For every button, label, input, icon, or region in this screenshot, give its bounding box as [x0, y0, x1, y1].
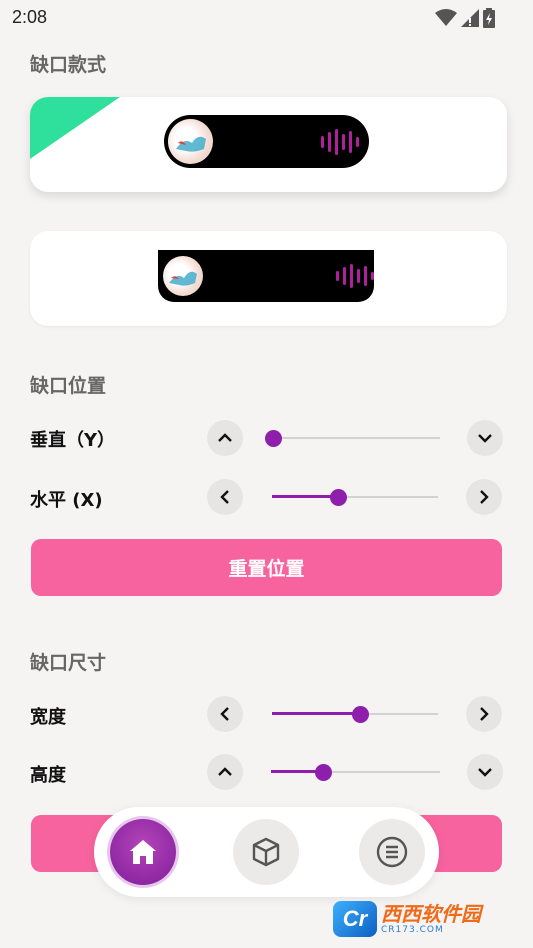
nav-menu-button[interactable] — [359, 819, 425, 885]
battery-icon — [483, 8, 495, 28]
chevron-up-icon — [218, 433, 232, 442]
notch-style-option-tab[interactable] — [30, 231, 507, 326]
chevron-right-icon — [480, 707, 489, 721]
audio-wave-icon — [336, 264, 374, 288]
audio-wave-icon — [321, 129, 359, 155]
status-bar: 2:08 — [0, 0, 533, 36]
vertical-slider[interactable] — [265, 428, 440, 448]
chevron-right-icon — [480, 490, 489, 504]
chevron-down-icon — [478, 434, 492, 443]
menu-list-icon — [376, 836, 408, 868]
vertical-label: 垂直（Y） — [30, 430, 116, 451]
height-decrease-button[interactable] — [467, 754, 503, 790]
section-title-notch-position: 缺口位置 — [30, 375, 107, 397]
horizontal-right-button[interactable] — [466, 479, 502, 515]
nav-cube-button[interactable] — [233, 819, 299, 885]
chevron-up-icon — [218, 767, 232, 776]
watermark: Cr 西西软件园 CR173.COM — [333, 898, 513, 940]
slider-fill — [272, 495, 338, 498]
home-icon — [130, 840, 156, 864]
chevron-left-icon — [220, 707, 229, 721]
section-title-notch-style: 缺口款式 — [30, 54, 107, 76]
selected-marker — [30, 97, 120, 159]
bottom-nav — [94, 807, 439, 897]
reset-position-button[interactable]: 重置位置 — [31, 539, 502, 596]
slider-thumb[interactable] — [330, 489, 347, 506]
vertical-down-button[interactable] — [467, 420, 503, 456]
status-time: 2:08 — [12, 7, 48, 27]
nav-home-button[interactable] — [110, 819, 176, 885]
wifi-icon — [435, 9, 457, 26]
slider-thumb[interactable] — [265, 430, 282, 447]
vertical-up-button[interactable] — [207, 420, 243, 456]
width-increase-button[interactable] — [466, 696, 502, 732]
status-icons — [435, 8, 495, 28]
height-increase-button[interactable] — [207, 754, 243, 790]
slider-track — [270, 437, 440, 439]
section-title-notch-size: 缺口尺寸 — [30, 652, 107, 674]
album-art-icon — [168, 119, 213, 164]
watermark-title: 西西软件园 — [381, 901, 481, 926]
notch-style-option-pill[interactable] — [30, 97, 507, 192]
horizontal-label: 水平 (X) — [30, 490, 103, 511]
cube-icon — [252, 837, 280, 867]
notch-preview-tab — [158, 250, 374, 302]
horizontal-slider[interactable] — [272, 487, 438, 507]
chevron-down-icon — [478, 768, 492, 777]
slider-fill — [272, 712, 360, 715]
height-slider[interactable] — [271, 762, 440, 782]
slider-thumb[interactable] — [315, 764, 332, 781]
horizontal-left-button[interactable] — [207, 479, 243, 515]
width-label: 宽度 — [30, 707, 66, 728]
signal-icon — [461, 9, 479, 27]
chevron-left-icon — [220, 490, 229, 504]
height-label: 高度 — [30, 765, 66, 786]
width-slider[interactable] — [272, 704, 438, 724]
watermark-subtitle: CR173.COM — [381, 924, 444, 935]
watermark-logo: Cr — [333, 901, 377, 937]
album-art-icon — [163, 256, 203, 296]
slider-thumb[interactable] — [352, 706, 369, 723]
notch-preview-pill — [164, 115, 369, 168]
width-decrease-button[interactable] — [207, 696, 243, 732]
